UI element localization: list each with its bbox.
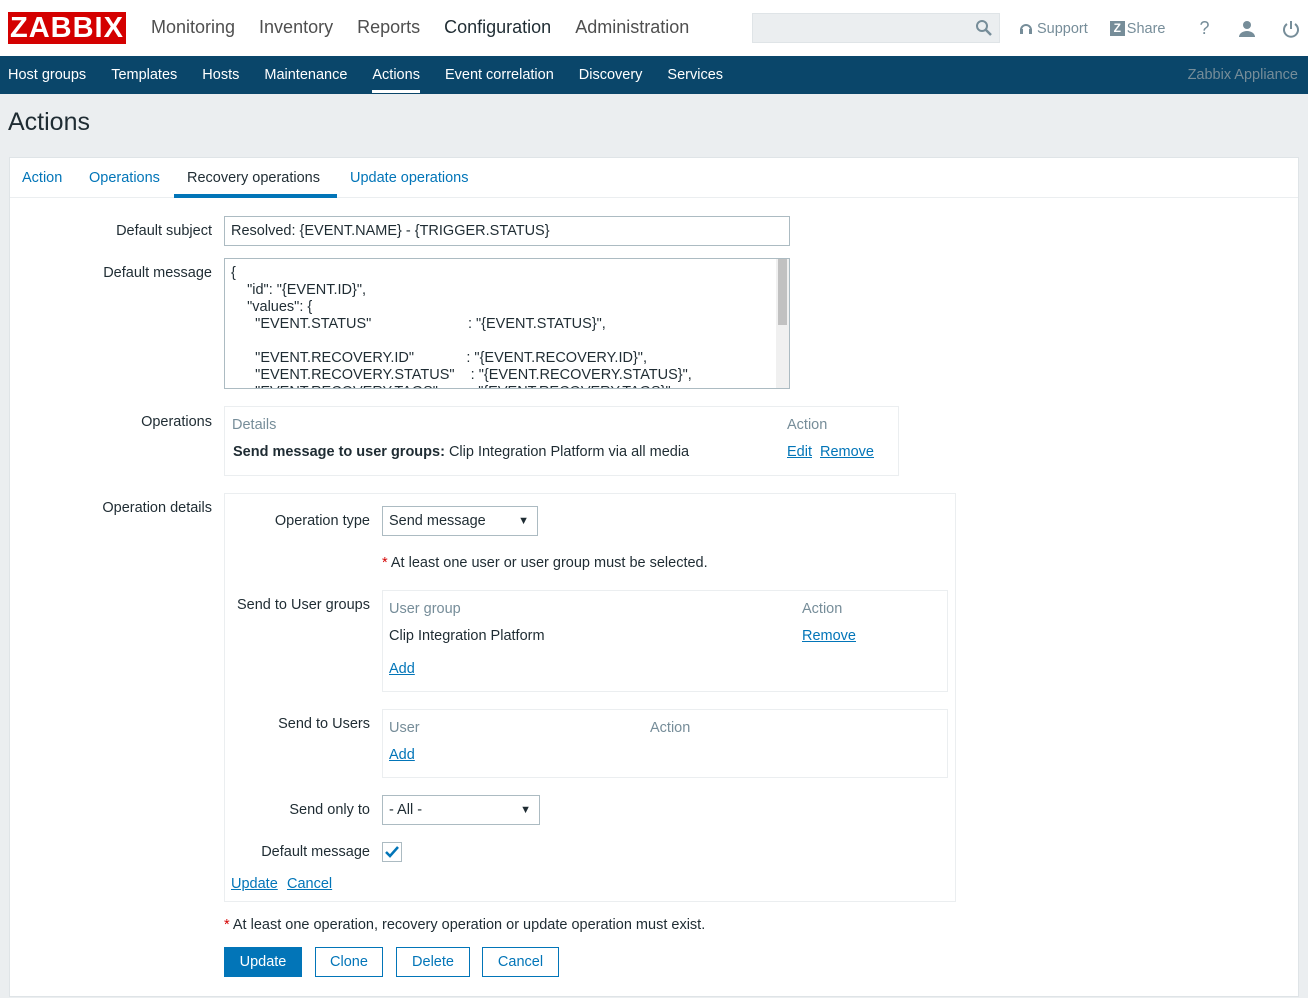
default-message-text: { "id": "{EVENT.ID}", "values": { "EVENT… [231, 265, 692, 388]
details-cancel-link[interactable]: Cancel [287, 876, 332, 892]
top-links: Support Z Share ? [1018, 18, 1300, 39]
send-to-groups-label: Send to User groups [237, 597, 370, 613]
users-table: User Action Add [382, 709, 948, 778]
active-tab-indicator [174, 194, 337, 198]
operation-row-bold: Send message to user groups: [233, 444, 445, 460]
table-row: Clip Integration Platform [389, 628, 545, 644]
default-subject-input[interactable] [224, 216, 790, 246]
sign-out-icon[interactable] [1282, 20, 1300, 38]
tab-recovery-operations[interactable]: Recovery operations [187, 170, 320, 186]
operation-details-label: Operation details [102, 500, 212, 516]
col-details-header: Details [232, 417, 277, 433]
details-update-link[interactable]: Update [231, 876, 278, 892]
default-message-checkbox[interactable] [382, 842, 402, 862]
textarea-scrollbar[interactable] [776, 259, 789, 388]
required-asterisk: * [224, 917, 230, 933]
sub-nav: Host groups Templates Hosts Maintenance … [0, 56, 1308, 94]
page-title: Actions [8, 108, 90, 136]
remove-group-link[interactable]: Remove [802, 628, 856, 644]
user-profile-icon[interactable] [1238, 20, 1256, 38]
subnav-event-correlation[interactable]: Event correlation [445, 67, 554, 83]
nav-configuration[interactable]: Configuration [444, 17, 551, 38]
default-message-checkbox-label: Default message [261, 844, 370, 860]
share-z-icon: Z [1109, 21, 1125, 36]
main-nav: Monitoring Inventory Reports Configurati… [139, 17, 701, 38]
user-groups-table: User group Action Clip Integration Platf… [382, 590, 948, 692]
requirement-note-text: At least one user or user group must be … [390, 555, 708, 571]
appliance-label: Zabbix Appliance [1187, 67, 1298, 83]
subnav-actions[interactable]: Actions [372, 67, 420, 93]
tab-operations[interactable]: Operations [89, 170, 160, 186]
requirement-note: * At least one user or user group must b… [382, 555, 708, 571]
col-action-header: Action [787, 417, 828, 433]
operation-type-select[interactable]: Send message ▼ [382, 506, 538, 536]
subnav-hosts[interactable]: Hosts [202, 67, 239, 83]
operations-label: Operations [141, 414, 212, 430]
tab-bar: Action Operations Recovery operations Up… [10, 158, 1298, 198]
table-row: Send message to user groups: Clip Integr… [233, 444, 689, 460]
nav-reports[interactable]: Reports [357, 17, 420, 38]
update-button[interactable]: Update [224, 947, 302, 977]
headset-icon [1020, 23, 1032, 34]
default-message-textarea[interactable]: { "id": "{EVENT.ID}", "values": { "EVENT… [224, 258, 790, 389]
checkmark-icon [385, 846, 399, 858]
edit-operation-link[interactable]: Edit [787, 444, 812, 460]
remove-operation-link[interactable]: Remove [820, 444, 874, 460]
nav-administration[interactable]: Administration [575, 17, 689, 38]
operations-table: Details Action Send message to user grou… [224, 406, 899, 476]
share-link[interactable]: Z Share [1109, 20, 1166, 37]
scrollbar-thumb[interactable] [778, 259, 787, 325]
top-header: ZABBIX Monitoring Inventory Reports Conf… [0, 0, 1308, 56]
add-group-link[interactable]: Add [389, 661, 415, 677]
subnav-discovery[interactable]: Discovery [579, 67, 643, 83]
col-user-header: User [389, 720, 420, 736]
zabbix-logo[interactable]: ZABBIX [8, 12, 126, 44]
add-user-link[interactable]: Add [389, 747, 415, 763]
cancel-button[interactable]: Cancel [482, 947, 559, 977]
col-group-action-header: Action [802, 601, 843, 617]
share-label: Share [1126, 20, 1166, 37]
default-message-label: Default message [103, 265, 212, 281]
chevron-down-icon: ▼ [520, 804, 531, 816]
default-subject-label: Default subject [116, 223, 212, 239]
subnav-services[interactable]: Services [667, 67, 723, 83]
send-only-to-value: - All - [389, 802, 423, 818]
operation-type-label: Operation type [274, 513, 370, 529]
clone-button[interactable]: Clone [315, 947, 383, 977]
send-only-to-select[interactable]: - All - ▼ [382, 795, 540, 825]
footer-note-text: At least one operation, recovery operati… [232, 917, 706, 933]
support-label: Support [1037, 20, 1088, 37]
operation-type-value: Send message [389, 513, 486, 529]
footer-note: * At least one operation, recovery opera… [224, 917, 705, 933]
subnav-host-groups[interactable]: Host groups [8, 67, 86, 83]
required-asterisk: * [382, 555, 388, 571]
nav-inventory[interactable]: Inventory [259, 17, 333, 38]
delete-button[interactable]: Delete [396, 947, 470, 977]
send-only-to-label: Send only to [289, 802, 370, 818]
nav-monitoring[interactable]: Monitoring [151, 17, 235, 38]
col-user-action-header: Action [650, 720, 691, 736]
col-user-group-header: User group [389, 601, 461, 617]
subnav-maintenance[interactable]: Maintenance [264, 67, 347, 83]
subnav-templates[interactable]: Templates [111, 67, 177, 83]
send-to-users-label: Send to Users [278, 716, 370, 732]
search-input[interactable] [752, 13, 1000, 43]
search-icon[interactable] [975, 19, 993, 37]
help-icon[interactable]: ? [1200, 18, 1210, 39]
operation-row-text: Clip Integration Platform via all media [448, 444, 690, 460]
chevron-down-icon: ▼ [518, 515, 529, 527]
support-link[interactable]: Support [1018, 21, 1088, 37]
tab-update-operations[interactable]: Update operations [350, 170, 469, 186]
tab-action[interactable]: Action [22, 170, 62, 186]
